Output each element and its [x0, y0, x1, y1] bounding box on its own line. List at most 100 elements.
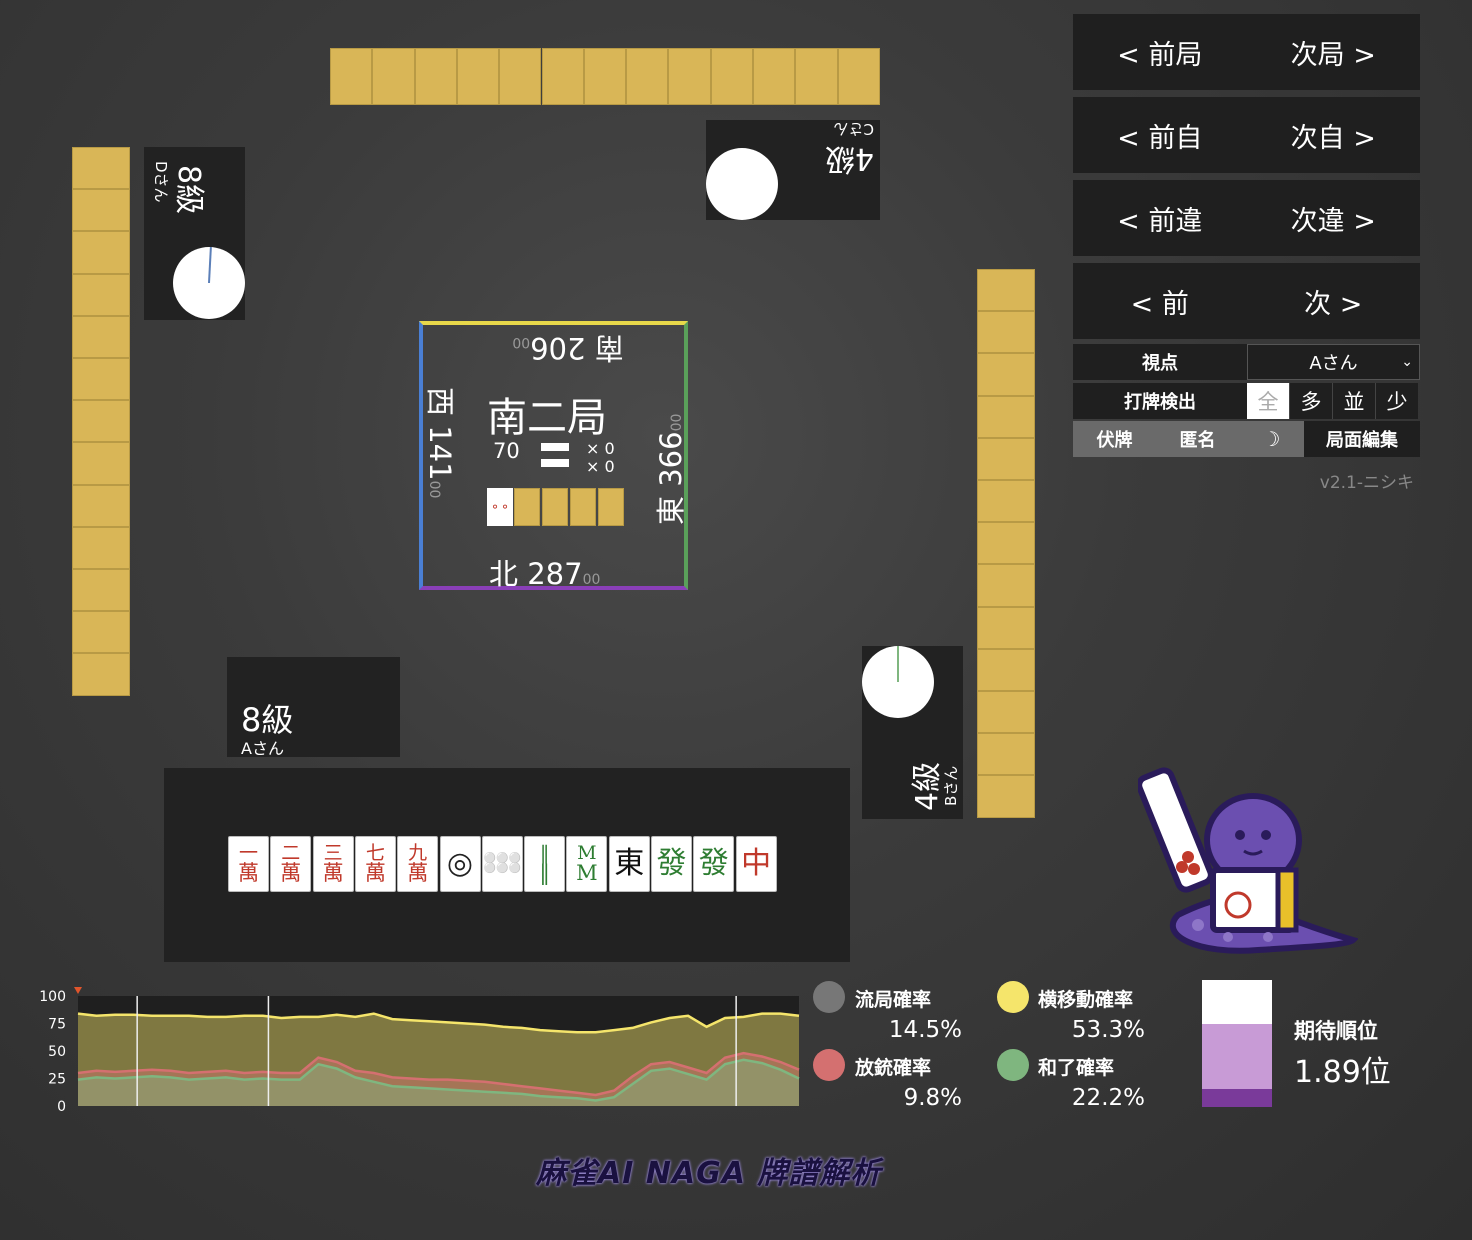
self-player-panel: 8級 Aさん: [227, 657, 400, 758]
anonymous-toggle[interactable]: 匿名: [1180, 426, 1216, 452]
honba-stick-icon: [541, 443, 569, 451]
hand-tile[interactable]: 中: [735, 836, 777, 892]
tile-back: [977, 648, 1035, 691]
hand-tile[interactable]: ⚪⚪⚪ ⚪⚪⚪: [481, 836, 523, 892]
hand-tile[interactable]: MM: [566, 836, 608, 892]
hand-tile[interactable]: 東: [608, 836, 650, 892]
detect-option-all[interactable]: 全: [1247, 383, 1289, 419]
naga-logo: 麻雀AI NAGA 牌譜解析: [536, 1156, 882, 1191]
tile-back: [977, 437, 1035, 480]
next-diff-button[interactable]: 次違 >: [1258, 199, 1408, 238]
yoko-value: 53.3%: [1071, 1017, 1145, 1043]
right-player-panel: 4級 Bさん: [862, 646, 963, 819]
right-player-pie: [862, 646, 934, 718]
hand-tile[interactable]: 七萬: [354, 836, 396, 892]
edit-position-button[interactable]: 局面編集: [1304, 421, 1420, 457]
yoko-dot: [997, 981, 1029, 1013]
tile-back: [72, 315, 130, 358]
houju-label: 放銃確率: [855, 1057, 932, 1079]
tile-back: [72, 147, 130, 190]
left-player-panel: 8級 Dさん: [144, 147, 245, 320]
tile-back: [977, 311, 1035, 354]
diff-nav: < 前違 次違 >: [1073, 180, 1420, 256]
next-button[interactable]: 次 >: [1258, 282, 1408, 321]
left-player-name: Dさん: [152, 161, 170, 203]
prev-diff-button[interactable]: < 前違: [1085, 199, 1235, 238]
top-player-name: Cさん: [833, 120, 874, 138]
tile-back: [414, 48, 457, 105]
version-label: v2.1-ニシキ: [1319, 473, 1414, 493]
score-west: 西 141: [423, 387, 457, 481]
hand-tile[interactable]: ‖ ‖: [524, 836, 566, 892]
agari-label: 和了確率: [1038, 1057, 1115, 1079]
tile-back: [977, 395, 1035, 438]
detect-option-few[interactable]: 少: [1375, 383, 1418, 419]
tile-back: [330, 48, 373, 105]
tile-back: [668, 48, 711, 105]
detect-row: 打牌検出 全 多 並 少: [1073, 383, 1420, 419]
tile-back: [977, 564, 1035, 607]
riichi-stick-icon: [541, 459, 569, 467]
riichi-count: × 0: [586, 457, 615, 476]
hand-tile[interactable]: 發: [693, 836, 735, 892]
expected-rank-value: 1.89位: [1294, 1055, 1391, 1090]
detect-option-many[interactable]: 多: [1289, 383, 1332, 419]
hide-tiles-toggle[interactable]: 伏牌: [1097, 426, 1133, 452]
detect-label: 打牌検出: [1073, 383, 1247, 419]
tile-back: [72, 358, 130, 401]
tile-back: [72, 442, 130, 485]
tile-back: [977, 353, 1035, 396]
hand-tile[interactable]: 二萬: [270, 836, 312, 892]
hand-tile[interactable]: 三萬: [312, 836, 354, 892]
ryukyoku-dot: [813, 981, 845, 1013]
center-info: 南 20600 西 14100 東 36600 北 28700 南二局 70 ×…: [419, 321, 688, 591]
hand-tile[interactable]: 一萬: [228, 836, 269, 892]
honba-count: × 0: [586, 439, 615, 458]
y-tick-label: 100: [39, 989, 66, 1005]
expected-rank-label: 期待順位: [1294, 1019, 1378, 1043]
agari-value: 22.2%: [1071, 1085, 1145, 1111]
tile-back: [977, 522, 1035, 565]
y-tick-label: 75: [48, 1017, 66, 1033]
self-player-name: Aさん: [241, 739, 284, 758]
tile-back: [977, 691, 1035, 734]
moon-icon[interactable]: ☽: [1263, 427, 1281, 451]
viewpoint-label: 視点: [1073, 344, 1247, 380]
tile-back: [499, 48, 542, 105]
prev-button[interactable]: < 前: [1085, 282, 1235, 321]
rank-bar-second: [1202, 1024, 1272, 1090]
tile-back: [72, 273, 130, 316]
viewpoint-select[interactable]: Aさん ⌄: [1247, 344, 1420, 380]
self-nav: < 前自 次自 >: [1073, 97, 1420, 173]
y-tick-label: 25: [48, 1072, 66, 1088]
detect-option-normal[interactable]: 並: [1332, 383, 1375, 419]
tile-back: [753, 48, 796, 105]
agari-dot: [997, 1049, 1029, 1081]
hand-tile[interactable]: ◎: [439, 836, 481, 892]
round-nav: < 前局 次局 >: [1073, 14, 1420, 90]
score-north: 北 287: [489, 557, 583, 591]
ryukyoku-label: 流局確率: [855, 989, 932, 1011]
tile-back: [72, 569, 130, 612]
tile-back: [372, 48, 415, 105]
tile-back: [626, 48, 669, 105]
prev-round-button[interactable]: < 前局: [1085, 33, 1235, 72]
left-player-pie: [173, 246, 245, 319]
prev-self-button[interactable]: < 前自: [1085, 116, 1235, 155]
tile-back: [583, 48, 627, 105]
remaining-tiles: 70: [493, 439, 520, 463]
round-name: 南二局: [487, 395, 607, 441]
current-position-marker: [74, 987, 82, 994]
y-tick-label: 0: [57, 1099, 66, 1114]
houju-dot: [813, 1049, 845, 1081]
next-round-button[interactable]: 次局 >: [1258, 33, 1408, 72]
next-self-button[interactable]: 次自 >: [1258, 116, 1408, 155]
tile-back: [541, 48, 584, 105]
hand-tile[interactable]: 九萬: [397, 836, 439, 892]
tile-back: [72, 231, 130, 274]
hand-tile[interactable]: 發: [651, 836, 692, 892]
dora-indicator-tile: ⚬⚬: [487, 488, 513, 526]
toggle-row: 伏牌 匿名 ☽ 局面編集: [1073, 421, 1420, 457]
tile-back: [72, 400, 130, 443]
tile-back: [72, 189, 130, 232]
